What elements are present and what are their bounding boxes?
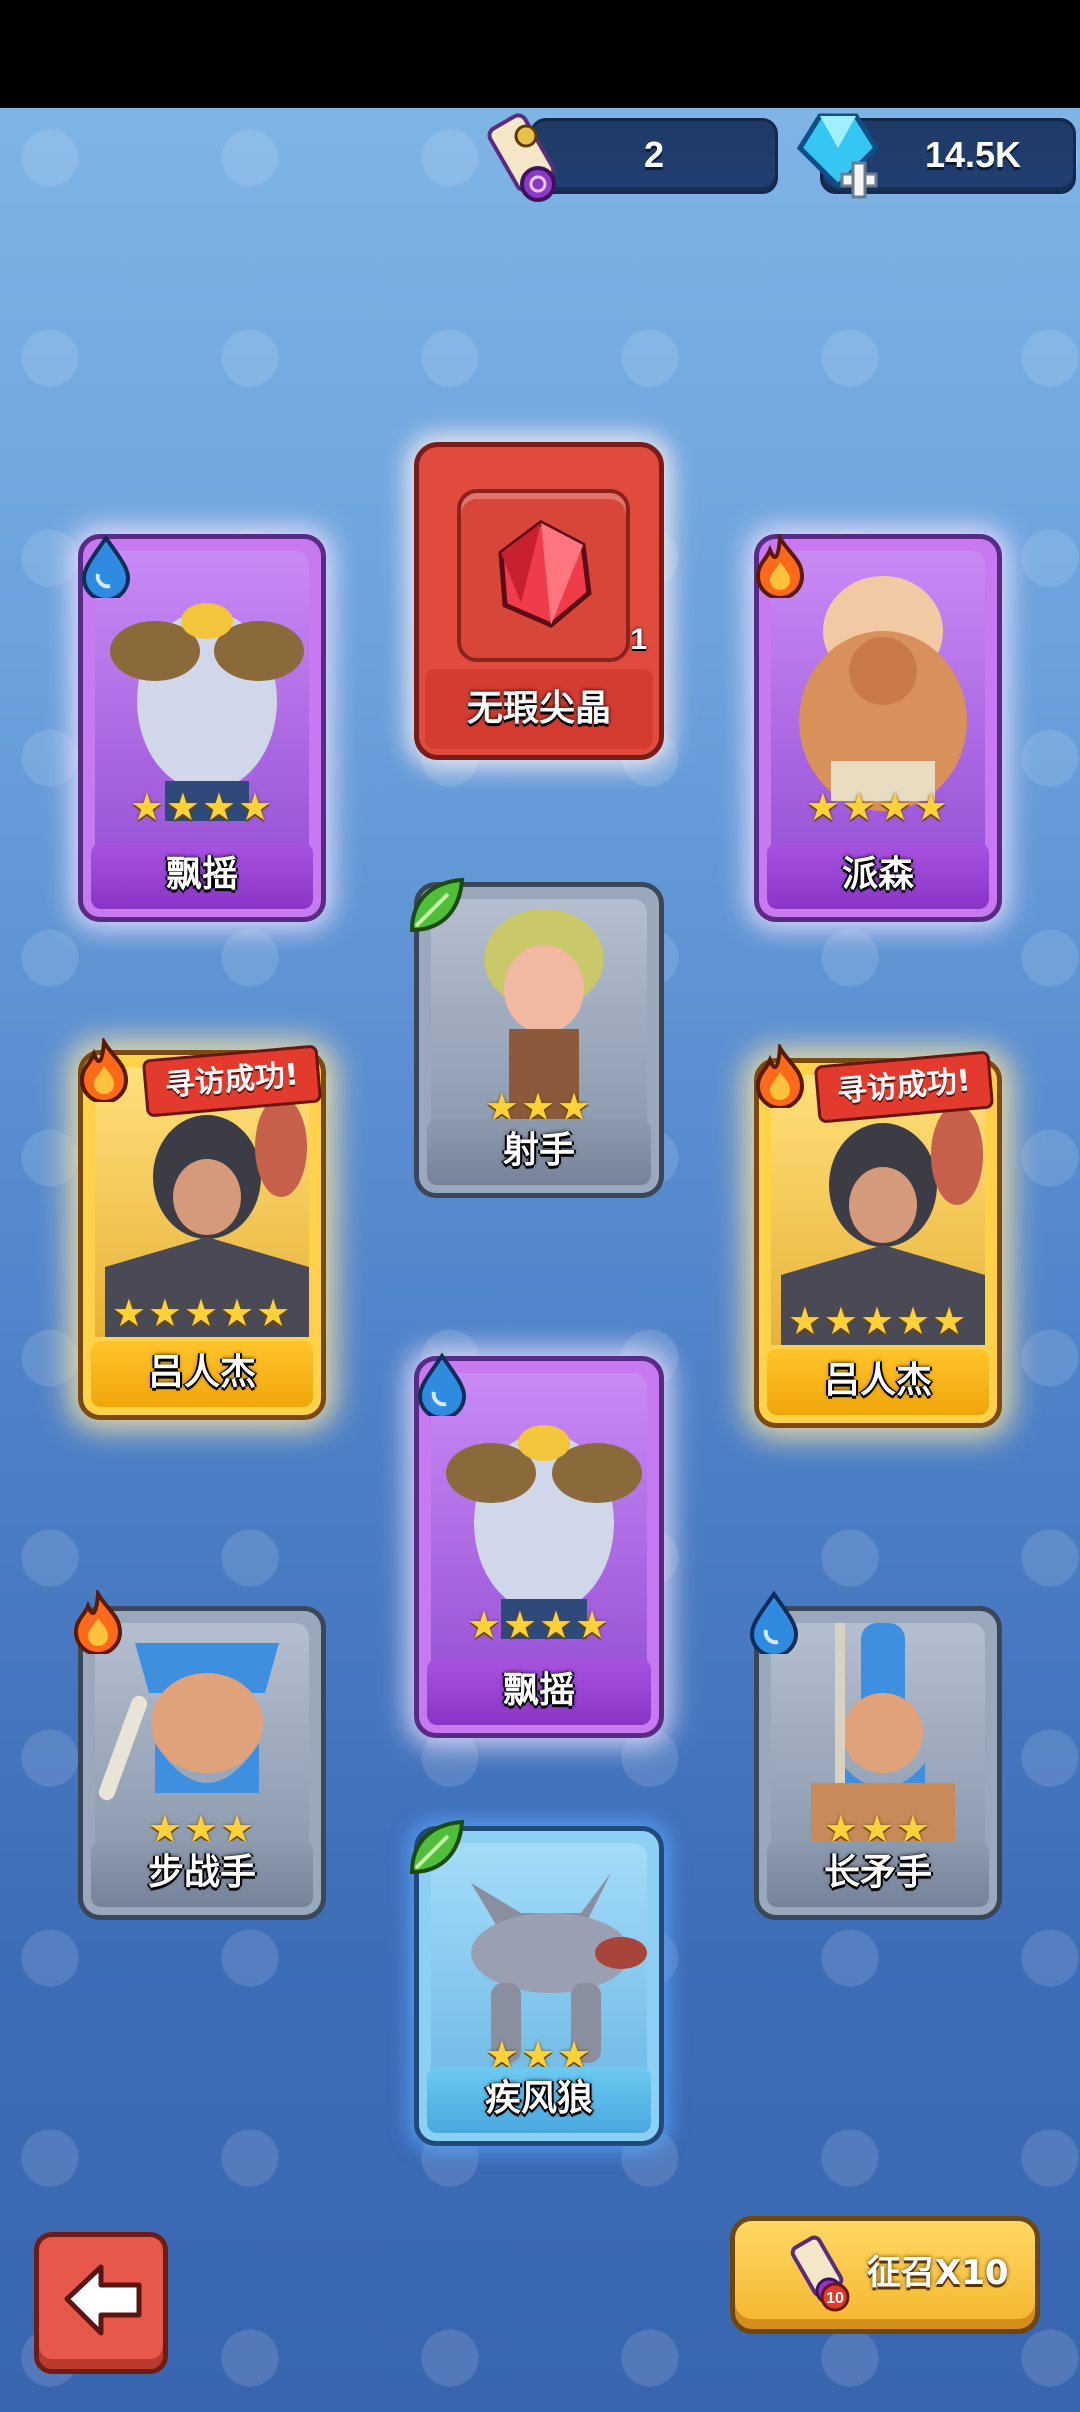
star-rating: ★★★★	[805, 785, 951, 829]
leaf-element-icon	[409, 877, 465, 933]
fire-element-icon	[79, 1038, 129, 1102]
hero-name: 长矛手	[767, 1841, 989, 1907]
water-element-icon	[749, 1590, 799, 1654]
leaf-element-icon	[409, 1819, 465, 1875]
fire-element-icon	[755, 534, 805, 598]
hero-name: 飘摇	[91, 843, 313, 909]
water-element-icon	[417, 1352, 467, 1416]
recruit-x10-button[interactable]: 10 征召X10	[730, 2216, 1040, 2334]
hero-name: 疾风狼	[427, 2067, 651, 2133]
recruit-label: 征召X10	[867, 2253, 1009, 2293]
recruit-badge: 10	[826, 2290, 844, 2307]
hero-name: 吕人杰	[767, 1349, 989, 1415]
summon-scroll-icon	[487, 113, 556, 202]
star-rating: ★★★★★	[111, 1291, 293, 1335]
item-card-flawless-spinel[interactable]: 1 无瑕尖晶	[414, 442, 664, 760]
red-crystal-icon	[498, 520, 592, 628]
back-button[interactable]	[34, 2232, 168, 2374]
hero-name: 飘摇	[427, 1659, 651, 1725]
hero-name: 步战手	[91, 1841, 313, 1907]
fire-element-icon	[755, 1044, 805, 1108]
hero-name: 射手	[427, 1119, 651, 1185]
item-count: 1	[630, 623, 647, 656]
arrow-left-icon	[64, 2264, 142, 2336]
star-rating: ★★★★★	[787, 1299, 969, 1343]
status-bar	[0, 0, 1080, 108]
item-frame	[457, 489, 630, 662]
hero-name: 吕人杰	[91, 1341, 313, 1407]
gem-icon[interactable]	[790, 108, 890, 208]
item-name: 无瑕尖晶	[425, 669, 653, 749]
star-rating: ★★★★	[466, 1603, 612, 1647]
fire-element-icon	[73, 1590, 123, 1654]
star-rating: ★★★★	[129, 785, 275, 829]
hero-name: 派森	[767, 843, 989, 909]
water-element-icon	[81, 534, 131, 598]
summon-scroll-icon: 10	[790, 2235, 850, 2312]
